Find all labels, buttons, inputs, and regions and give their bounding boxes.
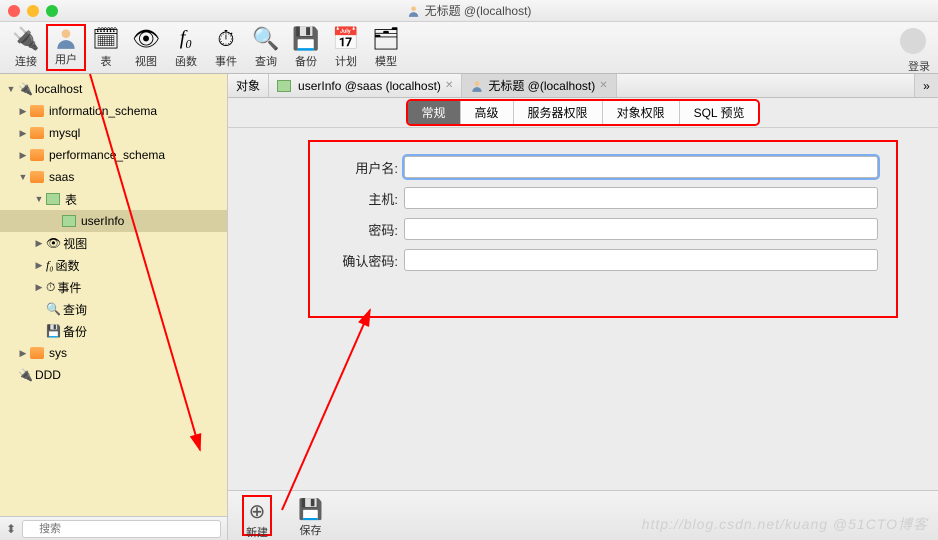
plus-icon: ⊕ [249,499,266,524]
seg-sql-preview[interactable]: SQL 预览 [680,101,759,124]
database-icon [30,171,44,183]
database-icon [30,127,44,139]
db-saas[interactable]: ▼saas [0,166,227,188]
table-icon [62,215,76,227]
conn-ddd[interactable]: 🔌DDD [0,364,227,386]
tabs-more-icon[interactable]: » [914,74,938,97]
window-controls [8,5,58,17]
label-confirm: 确认密码: [328,251,398,270]
sidebar: ▼🔌localhost ▶information_schema ▶mysql ▶… [0,74,228,540]
save-button[interactable]: 💾保存 [296,495,325,536]
segment-bar: 常规 高级 服务器权限 对象权限 SQL 预览 [228,98,938,128]
seg-object-priv[interactable]: 对象权限 [603,101,680,124]
confirm-password-field[interactable] [404,249,878,271]
username-field[interactable] [404,156,878,178]
main-toolbar: 🔌连接 用户 🗓表 👁视图 f₀函数 ⏱事件 🔍查询 💾备份 📅计划 🗂模型 [0,22,938,74]
function-button[interactable]: f₀函数 [166,24,206,71]
saas-tables[interactable]: ▼表 [0,188,227,210]
titlebar: 无标题 @(localhost) [0,0,938,22]
user-icon [470,79,484,93]
view-button[interactable]: 👁视图 [126,24,166,71]
close-icon[interactable]: ✕ [599,80,607,91]
zoom-icon[interactable] [46,5,58,17]
seg-advanced[interactable]: 高级 [461,101,514,124]
minimize-icon[interactable] [27,5,39,17]
user-button[interactable]: 用户 [46,24,86,71]
saas-views[interactable]: ▶👁 视图 [0,232,227,254]
watermark: http://blog.csdn.net/kuang @51CTO博客 [642,514,928,534]
db-information-schema[interactable]: ▶information_schema [0,100,227,122]
password-field[interactable] [404,218,878,240]
tab-objects[interactable]: 对象 [228,74,269,97]
user-icon [407,4,421,18]
close-icon[interactable] [8,5,20,17]
search-input[interactable] [22,520,221,538]
table-icon [46,193,60,205]
event-button[interactable]: ⏱事件 [206,24,246,71]
table-button[interactable]: 🗓表 [86,24,126,71]
tab-bar: 对象 userInfo @saas (localhost)✕ 无标题 @(loc… [228,74,938,98]
avatar[interactable] [900,28,926,54]
sidebar-bottom: ⬍ [0,516,227,540]
connect-button[interactable]: 🔌连接 [6,24,46,71]
tab-userinfo[interactable]: userInfo @saas (localhost)✕ [269,74,462,97]
table-userinfo[interactable]: userInfo [0,210,227,232]
db-performance-schema[interactable]: ▶performance_schema [0,144,227,166]
database-icon [30,149,44,161]
database-icon [30,105,44,117]
schedule-button[interactable]: 📅计划 [326,24,366,71]
seg-general[interactable]: 常规 [408,101,461,124]
save-icon: 💾 [298,497,323,522]
host-field[interactable] [404,187,878,209]
saas-backups[interactable]: 💾 备份 [0,320,227,342]
collapse-icon[interactable]: ⬍ [6,522,16,536]
connection-tree: ▼🔌localhost ▶information_schema ▶mysql ▶… [0,74,227,390]
table-icon [277,80,291,92]
login-label[interactable]: 登录 [908,58,930,74]
saas-functions[interactable]: ▶f₀ 函数 [0,254,227,276]
window-title: 无标题 @(localhost) [407,2,532,19]
new-button[interactable]: ⊕新建 [242,495,272,536]
seg-server-priv[interactable]: 服务器权限 [514,101,603,124]
label-host: 主机: [328,189,398,208]
saas-events[interactable]: ▶⏱ 事件 [0,276,227,298]
query-button[interactable]: 🔍查询 [246,24,286,71]
db-sys[interactable]: ▶sys [0,342,227,364]
backup-button[interactable]: 💾备份 [286,24,326,71]
close-icon[interactable]: ✕ [445,80,453,91]
database-icon [30,347,44,359]
tab-untitled[interactable]: 无标题 @(localhost)✕ [462,74,616,97]
model-button[interactable]: 🗂模型 [366,24,406,71]
content-area: 对象 userInfo @saas (localhost)✕ 无标题 @(loc… [228,74,938,540]
saas-queries[interactable]: 🔍 查询 [0,298,227,320]
label-password: 密码: [328,220,398,239]
label-username: 用户名: [328,158,398,177]
conn-localhost[interactable]: ▼🔌localhost [0,78,227,100]
user-form: 用户名: 主机: 密码: 确认密码: [308,140,898,318]
db-mysql[interactable]: ▶mysql [0,122,227,144]
